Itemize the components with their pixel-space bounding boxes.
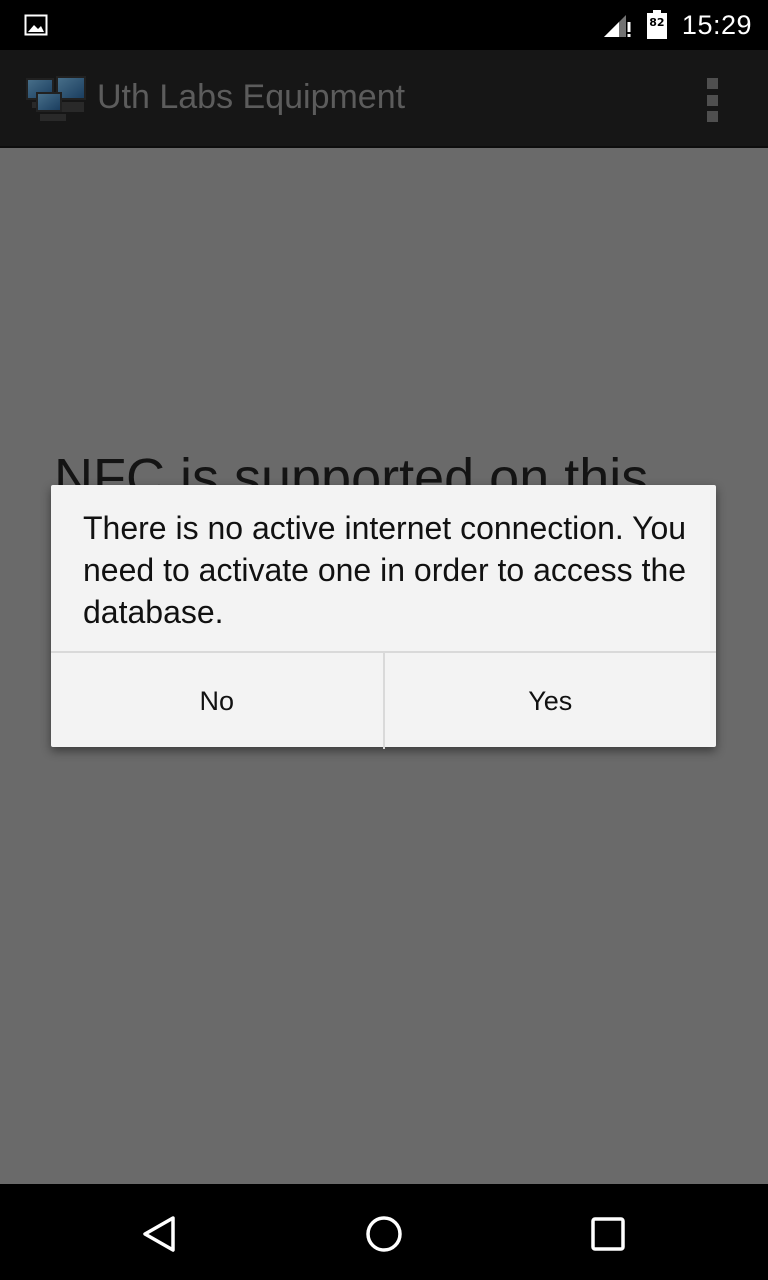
app-title: Uth Labs Equipment bbox=[97, 78, 406, 116]
status-bar: 82 15:29 bbox=[0, 0, 768, 50]
back-icon[interactable] bbox=[140, 1214, 180, 1254]
no-internet-dialog: There is no active internet connection. … bbox=[51, 485, 716, 749]
yes-button[interactable]: Yes bbox=[382, 653, 717, 749]
gallery-icon bbox=[24, 14, 48, 36]
dialog-button-bar: No Yes bbox=[51, 651, 716, 749]
action-bar: Uth Labs Equipment bbox=[0, 50, 768, 148]
navigation-bar bbox=[0, 1184, 768, 1280]
home-icon[interactable] bbox=[364, 1214, 404, 1254]
computers-logo bbox=[26, 76, 86, 121]
no-button[interactable]: No bbox=[51, 653, 383, 749]
status-right-group: 82 15:29 bbox=[602, 0, 752, 50]
overflow-menu-icon[interactable] bbox=[706, 76, 718, 124]
battery-icon: 82 bbox=[646, 10, 668, 40]
signal-icon bbox=[603, 15, 631, 37]
status-time: 15:29 bbox=[681, 9, 752, 40]
dialog-message: There is no active internet connection. … bbox=[83, 510, 687, 630]
recents-icon[interactable] bbox=[588, 1214, 628, 1254]
battery-level-text: 82 bbox=[649, 16, 665, 29]
